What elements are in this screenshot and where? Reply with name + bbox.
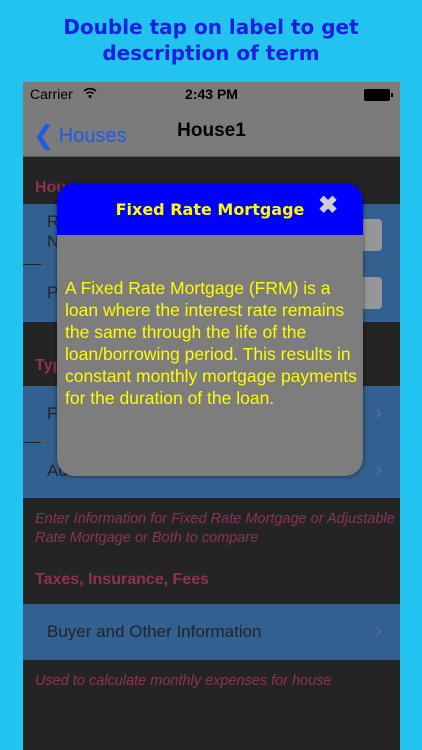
battery-icon	[364, 89, 393, 101]
promo-line-2: description of term	[102, 41, 320, 65]
navigation-bar: ❮ Houses House1	[23, 106, 400, 157]
status-bar: Carrier 2:43 PM	[23, 82, 400, 106]
promo-line-1: Double tap on label to get	[63, 15, 359, 39]
status-time: 2:43 PM	[185, 86, 238, 102]
term-description-popup: Fixed Rate Mortgage ✖ A Fixed Rate Mortg…	[57, 183, 363, 476]
close-x-icon[interactable]: ✖	[315, 193, 341, 219]
popup-header: Fixed Rate Mortgage ✖	[57, 183, 363, 235]
nav-title: House1	[177, 120, 246, 141]
popup-description: A Fixed Rate Mortgage (FRM) is a loan wh…	[65, 278, 357, 408]
promo-caption: Double tap on label to get description o…	[0, 14, 422, 66]
